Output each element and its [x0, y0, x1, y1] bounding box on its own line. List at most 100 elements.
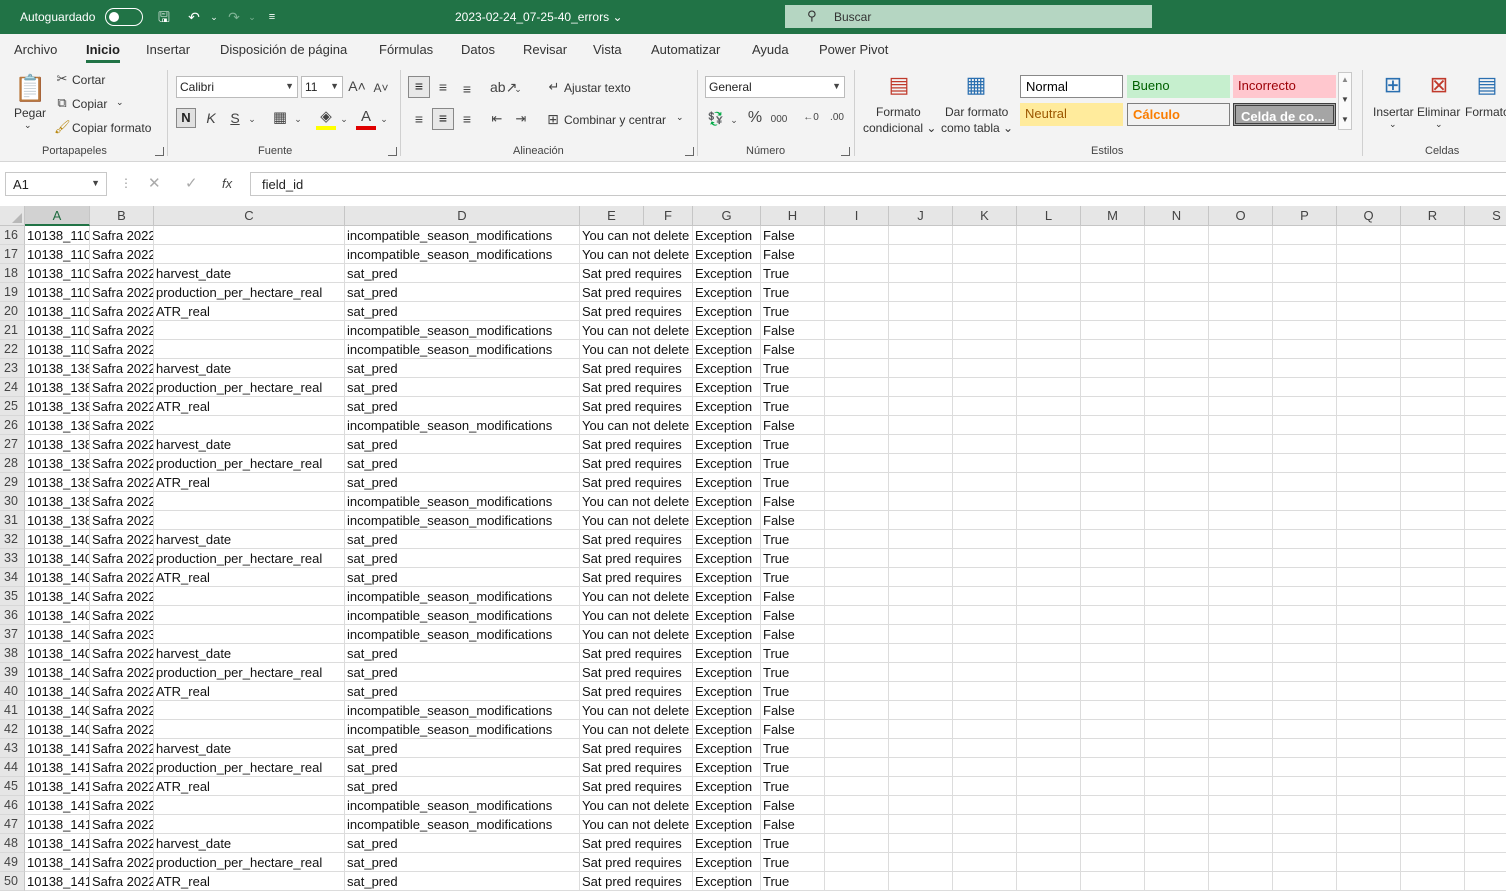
cell-r41[interactable] — [1401, 701, 1465, 720]
cell-r16[interactable] — [1401, 226, 1465, 245]
column-header-e[interactable]: E — [580, 206, 644, 226]
cell-j45[interactable] — [889, 777, 953, 796]
comma-style-icon[interactable]: 000 — [768, 111, 790, 129]
cell-d39[interactable]: sat_pred — [345, 663, 580, 682]
row-header[interactable]: 16 — [0, 226, 25, 245]
cell-l23[interactable] — [1017, 359, 1081, 378]
cell-h24[interactable]: True — [761, 378, 825, 397]
cell-d21[interactable]: incompatible_season_modifications — [345, 321, 580, 340]
cell-j33[interactable] — [889, 549, 953, 568]
cell-l34[interactable] — [1017, 568, 1081, 587]
fill-color-icon[interactable]: ◈ — [316, 108, 336, 130]
cell-i25[interactable] — [825, 397, 889, 416]
cell-p19[interactable] — [1273, 283, 1337, 302]
column-header-q[interactable]: Q — [1337, 206, 1401, 226]
cell-m39[interactable] — [1081, 663, 1145, 682]
cell-e45[interactable]: Sat pred requires — [580, 777, 693, 796]
cell-i23[interactable] — [825, 359, 889, 378]
cell-p21[interactable] — [1273, 321, 1337, 340]
cell-r19[interactable] — [1401, 283, 1465, 302]
cell-h42[interactable]: False — [761, 720, 825, 739]
cell-o37[interactable] — [1209, 625, 1273, 644]
cell-m26[interactable] — [1081, 416, 1145, 435]
cell-i34[interactable] — [825, 568, 889, 587]
cell-o22[interactable] — [1209, 340, 1273, 359]
font-color-dropdown-icon[interactable]: ⌄ — [378, 110, 390, 128]
cell-d29[interactable]: sat_pred — [345, 473, 580, 492]
column-header-p[interactable]: P — [1273, 206, 1337, 226]
cell-d31[interactable]: incompatible_season_modifications — [345, 511, 580, 530]
cell-h40[interactable]: True — [761, 682, 825, 701]
cell-j22[interactable] — [889, 340, 953, 359]
cell-c29[interactable]: ATR_real — [154, 473, 345, 492]
cell-b27[interactable]: Safra 2022 — [90, 435, 154, 454]
cell-p30[interactable] — [1273, 492, 1337, 511]
cell-c27[interactable]: harvest_date — [154, 435, 345, 454]
cell-m34[interactable] — [1081, 568, 1145, 587]
cell-m42[interactable] — [1081, 720, 1145, 739]
cell-s42[interactable] — [1465, 720, 1506, 739]
cell-a48[interactable]: 10138_141 — [25, 834, 90, 853]
cell-h31[interactable]: False — [761, 511, 825, 530]
formula-bar-grip-icon[interactable]: ⋮ — [120, 176, 132, 190]
merge-center-button[interactable]: Combinar y centrar — [564, 113, 666, 127]
cell-l33[interactable] — [1017, 549, 1081, 568]
cell-o43[interactable] — [1209, 739, 1273, 758]
cell-h47[interactable]: False — [761, 815, 825, 834]
cell-r49[interactable] — [1401, 853, 1465, 872]
cell-b48[interactable]: Safra 2022 — [90, 834, 154, 853]
style-calculo[interactable]: Cálculo — [1127, 103, 1230, 126]
name-box[interactable]: A1 ▼ — [5, 172, 107, 196]
styles-scroll[interactable]: ▲ ▼ ▼ — [1338, 72, 1352, 130]
cell-o20[interactable] — [1209, 302, 1273, 321]
cell-c25[interactable]: ATR_real — [154, 397, 345, 416]
cell-c46[interactable] — [154, 796, 345, 815]
cell-r45[interactable] — [1401, 777, 1465, 796]
cell-h22[interactable]: False — [761, 340, 825, 359]
cell-a44[interactable]: 10138_141 — [25, 758, 90, 777]
row-header[interactable]: 19 — [0, 283, 25, 302]
tab-automatizar[interactable]: Automatizar — [651, 42, 720, 57]
cell-j48[interactable] — [889, 834, 953, 853]
cell-r50[interactable] — [1401, 872, 1465, 891]
cell-a49[interactable]: 10138_141 — [25, 853, 90, 872]
cell-g16[interactable]: Exception — [693, 226, 761, 245]
cell-k24[interactable] — [953, 378, 1017, 397]
cell-e25[interactable]: Sat pred requires — [580, 397, 693, 416]
cell-p26[interactable] — [1273, 416, 1337, 435]
cell-n22[interactable] — [1145, 340, 1209, 359]
cell-q42[interactable] — [1337, 720, 1401, 739]
cell-e41[interactable]: You can not delete — [580, 701, 693, 720]
cell-c49[interactable]: production_per_hectare_real — [154, 853, 345, 872]
cell-b34[interactable]: Safra 2022 — [90, 568, 154, 587]
cell-b24[interactable]: Safra 2022 — [90, 378, 154, 397]
cell-e43[interactable]: Sat pred requires — [580, 739, 693, 758]
cell-n30[interactable] — [1145, 492, 1209, 511]
cell-g43[interactable]: Exception — [693, 739, 761, 758]
cell-r29[interactable] — [1401, 473, 1465, 492]
cell-m45[interactable] — [1081, 777, 1145, 796]
cell-i26[interactable] — [825, 416, 889, 435]
cell-l45[interactable] — [1017, 777, 1081, 796]
cell-s34[interactable] — [1465, 568, 1506, 587]
cell-n25[interactable] — [1145, 397, 1209, 416]
cell-d25[interactable]: sat_pred — [345, 397, 580, 416]
cell-e38[interactable]: Sat pred requires — [580, 644, 693, 663]
cell-g30[interactable]: Exception — [693, 492, 761, 511]
cell-s37[interactable] — [1465, 625, 1506, 644]
cell-m37[interactable] — [1081, 625, 1145, 644]
column-header-b[interactable]: B — [90, 206, 154, 226]
column-header-o[interactable]: O — [1209, 206, 1273, 226]
cell-r17[interactable] — [1401, 245, 1465, 264]
cell-r46[interactable] — [1401, 796, 1465, 815]
cell-h39[interactable]: True — [761, 663, 825, 682]
number-format-select[interactable]: General ▼ — [705, 76, 845, 98]
cell-k16[interactable] — [953, 226, 1017, 245]
cell-p41[interactable] — [1273, 701, 1337, 720]
cell-s44[interactable] — [1465, 758, 1506, 777]
cell-l27[interactable] — [1017, 435, 1081, 454]
cell-j26[interactable] — [889, 416, 953, 435]
cell-s20[interactable] — [1465, 302, 1506, 321]
increase-font-icon[interactable]: A˄ — [347, 77, 367, 95]
cell-o28[interactable] — [1209, 454, 1273, 473]
